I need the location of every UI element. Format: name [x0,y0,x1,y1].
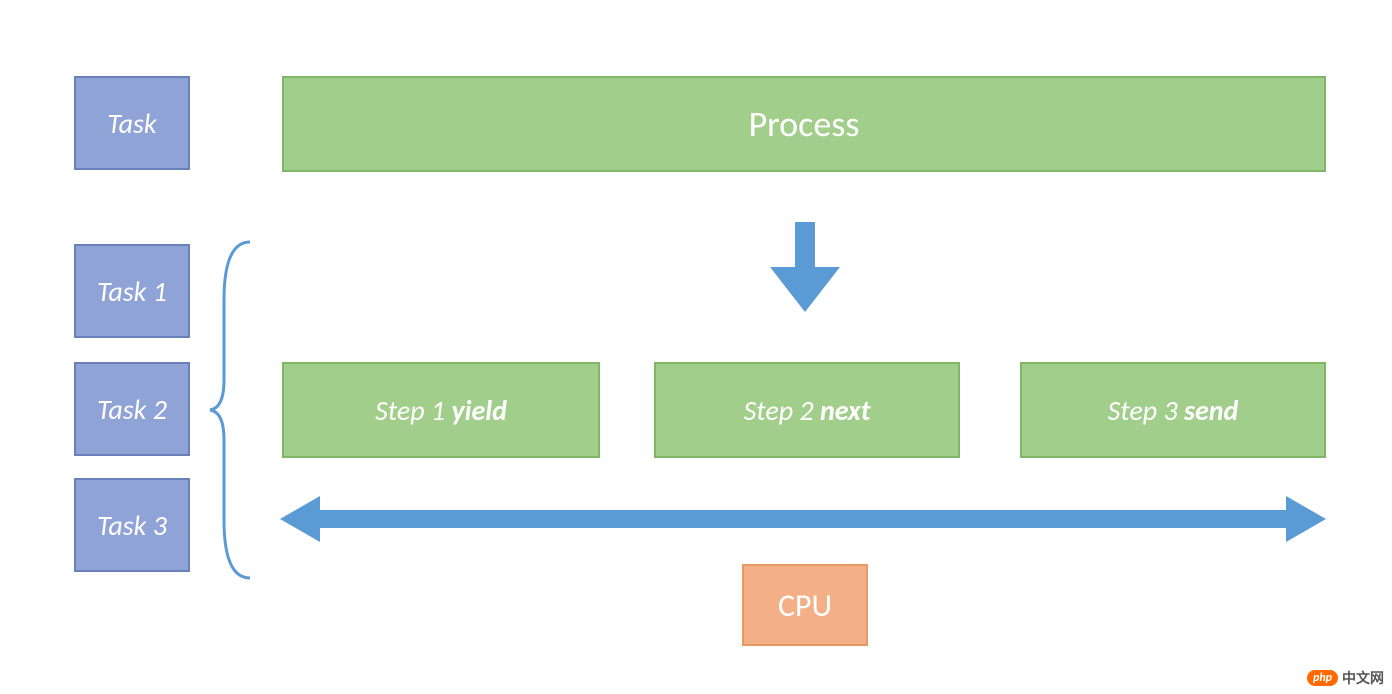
watermark: php 中文网 [1307,668,1384,688]
task3-label: Task 3 [97,508,167,543]
cpu-label: CPU [778,586,832,625]
step2-box: Step 2 next [654,362,960,458]
task2-label: Task 2 [97,392,167,427]
step1-box: Step 1 yield [282,362,600,458]
task-box: Task [74,76,190,170]
task3-box: Task 3 [74,478,190,572]
step3-box: Step 3 send [1020,362,1326,458]
step2-keyword: next [820,393,870,428]
process-label: Process [749,102,860,146]
watermark-badge: php [1307,670,1338,686]
cpu-box: CPU [742,564,868,646]
process-box: Process [282,76,1326,172]
step3-keyword: send [1184,393,1238,428]
step1-prefix: Step 1 [375,393,451,428]
task2-box: Task 2 [74,362,190,456]
watermark-text: 中文网 [1342,668,1384,688]
step1-label: Step 1 yield [375,393,507,428]
step3-label: Step 3 send [1108,393,1239,428]
task1-label: Task 1 [97,274,167,309]
step2-prefix: Step 2 [744,393,820,428]
diagram-canvas: Task Process Task 1 Task 2 Task 3 Step 1… [0,0,1392,694]
curly-brace-icon [206,240,258,580]
down-arrow-icon [770,222,840,312]
double-arrow-icon [280,496,1326,542]
task-label: Task [107,106,156,141]
step3-prefix: Step 3 [1108,393,1184,428]
step1-keyword: yield [451,393,506,428]
step2-label: Step 2 next [744,393,871,428]
task1-box: Task 1 [74,244,190,338]
